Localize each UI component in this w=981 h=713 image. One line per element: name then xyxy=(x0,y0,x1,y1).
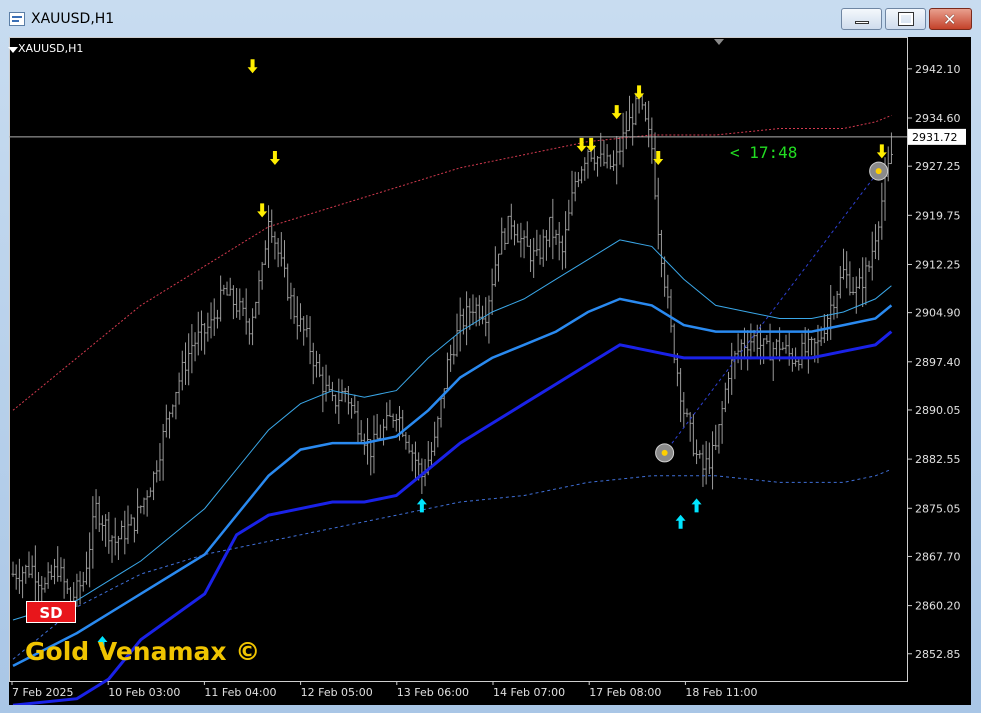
window-title: XAUUSD,H1 xyxy=(31,11,115,27)
y-tick-label: 2890.05 xyxy=(915,404,961,417)
title-bar[interactable]: XAUUSD,H1 ✕ xyxy=(0,0,981,37)
y-tick-label: 2860.20 xyxy=(915,600,961,613)
price-chart[interactable]: 2942.10 2934.60 2927.25 2919.75 2912.25 2904.… xyxy=(9,37,971,705)
sd-badge: SD xyxy=(26,601,76,623)
x-tick-label: 14 Feb 07:00 xyxy=(493,686,565,699)
chart-area[interactable]: 2942.10 2934.60 2927.25 2919.75 2912.25 2904.… xyxy=(9,37,971,705)
x-tick-label: 12 Feb 05:00 xyxy=(301,686,373,699)
signal-marker-dot xyxy=(875,168,882,175)
y-tick-label: 2919.75 xyxy=(915,209,961,222)
symbol-menu-triangle-icon[interactable] xyxy=(8,47,18,53)
chart-symbol-label: XAUUSD,H1 xyxy=(18,42,84,55)
y-tick-label: 2904.90 xyxy=(915,307,961,320)
x-tick-label: 11 Feb 04:00 xyxy=(204,686,276,699)
x-tick-label: 10 Feb 03:00 xyxy=(108,686,180,699)
x-tick-label: 7 Feb 2025 xyxy=(12,686,73,699)
close-icon: ✕ xyxy=(943,10,957,29)
terminal-window: XAUUSD,H1 ✕ 2942.10 2934.60 2927.25 2919.75… xyxy=(0,0,981,713)
sell-arrow xyxy=(576,137,587,152)
y-tick-label: 2934.60 xyxy=(915,112,961,125)
y-tick-label: 2912.25 xyxy=(915,258,961,271)
buy-arrow xyxy=(675,514,686,529)
maximize-button[interactable] xyxy=(885,8,926,30)
x-tick-label: 17 Feb 08:00 xyxy=(589,686,661,699)
x-tick-label: 13 Feb 06:00 xyxy=(397,686,469,699)
sell-arrow xyxy=(876,144,887,159)
current-price-label: 2931.72 xyxy=(912,131,958,144)
minimize-button[interactable] xyxy=(841,8,882,30)
bar-timer-label: < 17:48 xyxy=(730,143,798,162)
sell-arrow xyxy=(611,105,622,120)
trend-line xyxy=(664,170,880,454)
x-tick-label: 18 Feb 11:00 xyxy=(685,686,757,699)
close-button[interactable]: ✕ xyxy=(929,8,972,30)
maximize-icon xyxy=(898,12,914,26)
sell-arrow xyxy=(257,203,268,218)
fast-ma-line xyxy=(12,239,892,621)
y-tick-label: 2882.55 xyxy=(915,453,961,466)
y-tick-label: 2927.25 xyxy=(915,160,961,173)
y-tick-label: 2875.05 xyxy=(915,502,961,515)
sell-arrow xyxy=(269,150,280,165)
y-tick-label: 2867.70 xyxy=(915,550,961,563)
chart-shift-triangle-icon xyxy=(714,39,724,45)
brand-watermark: Gold Venamax © xyxy=(25,637,261,666)
y-tick-label: 2897.40 xyxy=(915,356,961,369)
chart-window-icon xyxy=(9,12,25,26)
sell-arrow xyxy=(247,59,258,74)
minimize-icon xyxy=(855,21,869,24)
mid-ma-line xyxy=(12,297,893,668)
signal-marker-dot xyxy=(661,449,668,456)
y-tick-label: 2852.85 xyxy=(915,648,961,661)
buy-arrow xyxy=(691,498,702,513)
y-tick-label: 2942.10 xyxy=(915,63,961,76)
lower-band-line xyxy=(12,468,892,660)
